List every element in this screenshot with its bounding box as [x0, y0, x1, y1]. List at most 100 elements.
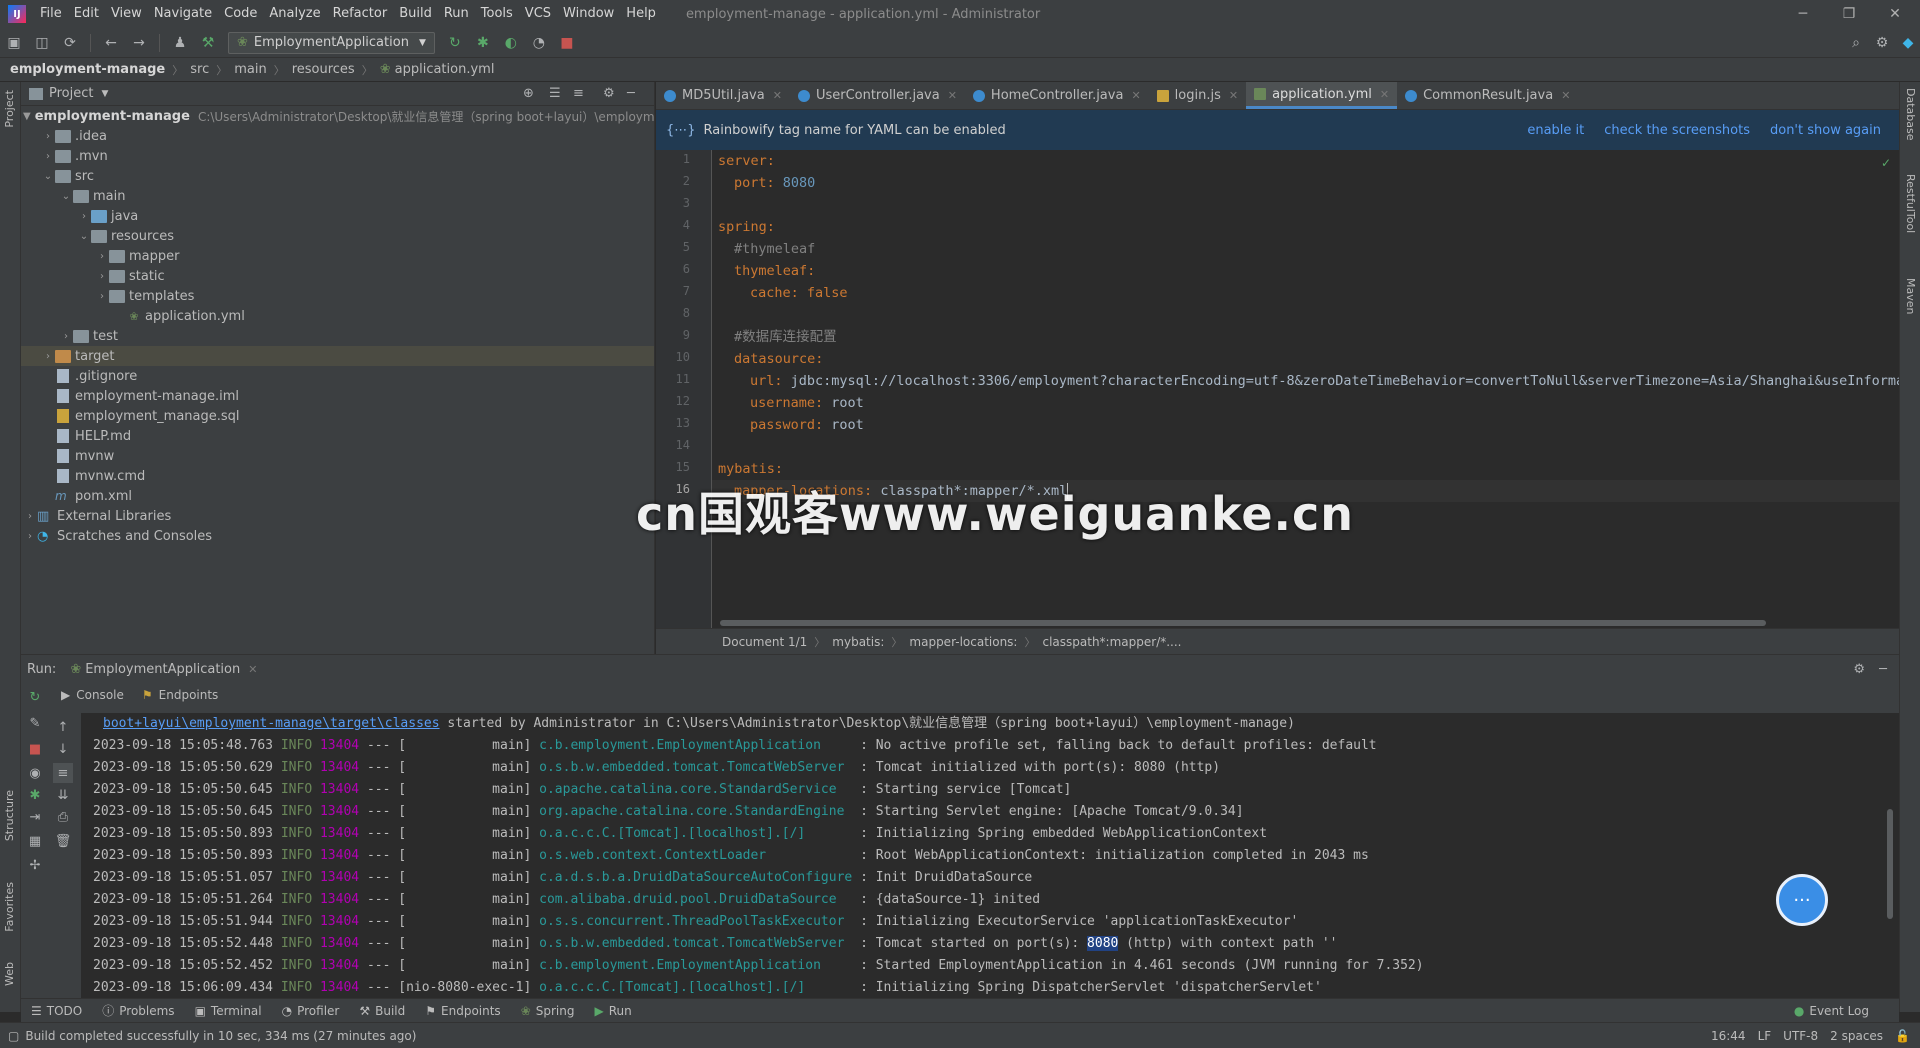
build-hammer-icon[interactable]: ⚒: [196, 31, 220, 55]
camera-icon[interactable]: ◉: [25, 763, 45, 783]
breadcrumb-resources[interactable]: resources: [292, 62, 355, 77]
tree-item-sql[interactable]: employment_manage.sql: [21, 406, 654, 426]
plugin-icon[interactable]: ◆: [1896, 31, 1920, 55]
tree-item-templates[interactable]: › templates: [21, 286, 654, 306]
indent-setting[interactable]: 2 spaces: [1830, 1029, 1883, 1043]
breadcrumb-project[interactable]: employment-manage: [10, 62, 165, 77]
run-tool-button[interactable]: ▶ Run: [594, 1004, 631, 1018]
stop-icon[interactable]: ■: [25, 739, 45, 759]
console-output[interactable]: boot+layui\employment-manage\target\clas…: [81, 713, 1899, 999]
endpoints-tool-button[interactable]: ⚑ Endpoints: [425, 1004, 500, 1018]
sync-icon[interactable]: ⟳: [58, 31, 82, 55]
database-tool-window-button[interactable]: Database: [1904, 88, 1917, 141]
close-icon[interactable]: ✕: [1561, 89, 1570, 102]
close-icon[interactable]: ✕: [1229, 89, 1238, 102]
menu-refactor[interactable]: Refactor: [327, 0, 394, 28]
open-folder-icon[interactable]: ▣: [2, 31, 26, 55]
structure-tool-window-button[interactable]: Structure: [3, 790, 16, 841]
scroll-to-end-icon[interactable]: ⇊: [53, 785, 73, 805]
todo-tool-button[interactable]: ☰ TODO: [31, 1004, 82, 1018]
console-path-link[interactable]: boot+layui\employment-manage\target\clas…: [103, 716, 440, 731]
exit-icon[interactable]: ⇥: [25, 807, 45, 827]
tree-item-mapper[interactable]: › mapper: [21, 246, 654, 266]
breadcrumb-src[interactable]: src: [190, 62, 209, 77]
profile-icon[interactable]: ◔: [527, 31, 551, 55]
dont-show-again-link[interactable]: don't show again: [1770, 123, 1881, 138]
tree-item-mvnw[interactable]: mvnw: [21, 446, 654, 466]
menu-build[interactable]: Build: [393, 0, 438, 28]
yaml-path-item[interactable]: classpath*:mapper/*....: [1042, 635, 1181, 649]
caret-position[interactable]: 16:44: [1711, 1029, 1746, 1043]
tab-commonresult[interactable]: CommonResult.java ✕: [1397, 82, 1578, 109]
tree-item-resources[interactable]: ⌄ resources: [21, 226, 654, 246]
tab-homecontroller[interactable]: HomeController.java ✕: [965, 82, 1149, 109]
tree-item-static[interactable]: › static: [21, 266, 654, 286]
minimize-icon[interactable]: ─: [1780, 0, 1826, 28]
enable-it-link[interactable]: enable it: [1527, 123, 1584, 138]
user-icon[interactable]: ♟: [168, 31, 192, 55]
close-icon[interactable]: ✕: [1380, 88, 1389, 101]
profiler-tool-button[interactable]: ◔ Profiler: [282, 1004, 340, 1018]
collapse-all-icon[interactable]: ≡: [573, 86, 584, 101]
tree-item-scratches[interactable]: › ◔ Scratches and Consoles: [21, 526, 654, 546]
close-icon[interactable]: ✕: [1872, 0, 1918, 28]
debug-icon[interactable]: ✱: [25, 785, 45, 805]
trash-icon[interactable]: 🗑: [53, 831, 73, 851]
tab-console[interactable]: ▶ Console: [61, 688, 124, 702]
restore-icon[interactable]: ❐: [1826, 0, 1872, 28]
tree-item-main[interactable]: ⌄ main: [21, 186, 654, 206]
tree-item-target[interactable]: › target: [21, 346, 654, 366]
menu-help[interactable]: Help: [620, 0, 662, 28]
tab-md5util[interactable]: MD5Util.java ✕: [656, 82, 790, 109]
menu-file[interactable]: File: [34, 0, 68, 28]
restfultool-tool-window-button[interactable]: RestfulTool: [1904, 174, 1917, 233]
maven-tool-window-button[interactable]: Maven: [1904, 278, 1917, 314]
locate-icon[interactable]: ⊕: [523, 86, 534, 101]
tree-item-external-libraries[interactable]: › ▥ External Libraries: [21, 506, 654, 526]
settings-icon[interactable]: ⚙: [1870, 31, 1894, 55]
breadcrumb-file[interactable]: application.yml: [395, 62, 495, 77]
chevron-down-icon[interactable]: ▼: [101, 89, 108, 99]
hide-panel-icon[interactable]: ─: [1879, 662, 1887, 677]
coverage-icon[interactable]: ◐: [499, 31, 523, 55]
menu-tools[interactable]: Tools: [475, 0, 519, 28]
inspection-ok-icon[interactable]: ✓: [1881, 156, 1891, 170]
print-icon[interactable]: ⎙: [53, 807, 73, 827]
close-icon[interactable]: ✕: [773, 89, 782, 102]
tree-item-java[interactable]: › java: [21, 206, 654, 226]
tab-endpoints[interactable]: ⚑ Endpoints: [142, 688, 218, 702]
debug-icon[interactable]: ✱: [471, 31, 495, 55]
editor-horizontal-scrollbar[interactable]: [720, 620, 1766, 626]
event-log-button[interactable]: ● Event Log: [1794, 1004, 1869, 1018]
web-tool-window-button[interactable]: Web: [3, 962, 16, 986]
rerun-icon[interactable]: ↻: [443, 31, 467, 55]
run-configuration-select[interactable]: ❀ EmploymentApplication ▼: [228, 31, 435, 54]
gear-icon[interactable]: ⚙: [603, 86, 615, 101]
tree-item-pom[interactable]: m pom.xml: [21, 486, 654, 506]
scroll-up-icon[interactable]: ↑: [53, 717, 73, 737]
yaml-path-item[interactable]: mybatis:: [832, 635, 884, 649]
forward-icon[interactable]: →: [127, 31, 151, 55]
rerun-icon[interactable]: ↻: [25, 687, 45, 707]
problems-tool-button[interactable]: ⓘ Problems: [102, 1002, 174, 1019]
breadcrumb-main[interactable]: main: [234, 62, 266, 77]
tree-item-iml[interactable]: employment-manage.iml: [21, 386, 654, 406]
scroll-down-icon[interactable]: ↓: [53, 739, 73, 759]
yaml-path-item[interactable]: mapper-locations:: [909, 635, 1017, 649]
back-icon[interactable]: ←: [99, 31, 123, 55]
tab-usercontroller[interactable]: UserController.java ✕: [790, 82, 965, 109]
menu-edit[interactable]: Edit: [68, 0, 105, 28]
menu-view[interactable]: View: [105, 0, 148, 28]
search-icon[interactable]: ⌕: [1844, 31, 1868, 55]
tree-item-mvn[interactable]: › .mvn: [21, 146, 654, 166]
tree-item-test[interactable]: › test: [21, 326, 654, 346]
menu-window[interactable]: Window: [557, 0, 620, 28]
console-vertical-scrollbar[interactable]: [1887, 809, 1893, 919]
floating-assistant-button[interactable]: ···: [1776, 874, 1828, 926]
menu-vcs[interactable]: VCS: [519, 0, 557, 28]
close-icon[interactable]: ✕: [948, 89, 957, 102]
project-tool-window-button[interactable]: Project: [3, 90, 16, 128]
tree-item-root[interactable]: ▼ employment-manage C:\Users\Administrat…: [21, 106, 654, 126]
stop-icon[interactable]: ■: [555, 31, 579, 55]
expand-all-icon[interactable]: ☰: [549, 86, 561, 101]
